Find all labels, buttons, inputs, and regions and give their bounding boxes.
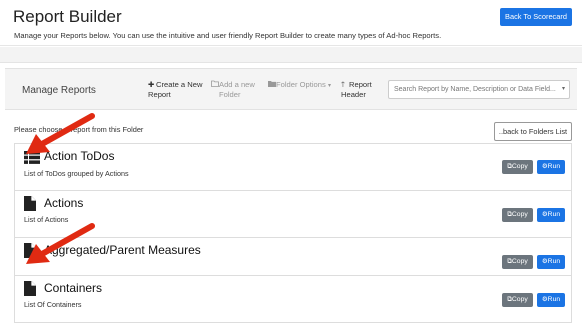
copy-label: Copy [511, 258, 528, 265]
run-report-button[interactable]: ⚙Run [537, 293, 565, 307]
report-list: Action ToDos List of ToDos grouped by Ac… [14, 143, 572, 323]
report-header-label-2: Header [341, 90, 366, 99]
search-placeholder: Search Report by Name, Description or Da… [394, 86, 556, 93]
folder-icon [268, 80, 276, 90]
back-to-scorecard-button[interactable]: Back To Scorecard [500, 8, 572, 26]
create-new-report-label-1: Create a New [156, 80, 203, 89]
add-new-folder-button[interactable]: Add a new Folder [211, 80, 255, 100]
report-title[interactable]: Containers [44, 281, 102, 295]
back-to-folders-button[interactable]: ..back to Folders List [494, 122, 572, 141]
report-row-action-todos[interactable]: Action ToDos List of ToDos grouped by Ac… [15, 144, 571, 191]
create-new-report-label-2: Report [148, 90, 171, 99]
report-row-actions[interactable]: Actions List of Actions ⧉Copy ⚙Run [15, 191, 571, 238]
report-row-aggregated-parent-measures[interactable]: Aggregated/Parent Measures ⧉Copy ⚙Run [15, 238, 571, 276]
manage-reports-title: Manage Reports [22, 85, 96, 96]
copy-label: Copy [511, 211, 528, 218]
annotation-arrow-icon [26, 223, 95, 264]
page-title: Report Builder [13, 7, 122, 26]
file-icon [24, 196, 36, 216]
folder-options-label: Folder Options [276, 80, 326, 89]
caret-down-icon: ▾ [327, 83, 331, 89]
add-new-folder-label-1: Add a new [219, 80, 255, 89]
add-new-folder-label-2: Folder [219, 90, 241, 99]
annotation-arrow-icon [26, 113, 95, 154]
header-divider-bar [0, 47, 582, 63]
copy-label: Copy [511, 163, 528, 170]
search-report-input[interactable]: Search Report by Name, Description or Da… [388, 80, 570, 99]
copy-report-button[interactable]: ⧉Copy [502, 255, 533, 269]
plus-icon: ✚ [148, 80, 155, 89]
page-subtitle: Manage your Reports below. You can use t… [14, 31, 442, 40]
caret-down-icon: ▾ [561, 86, 565, 92]
copy-report-button[interactable]: ⧉Copy [502, 293, 533, 307]
copy-report-button[interactable]: ⧉Copy [502, 208, 533, 222]
report-description: List Of Containers [24, 300, 82, 309]
run-report-button[interactable]: ⚙Run [537, 208, 565, 222]
report-title[interactable]: Actions [44, 196, 83, 210]
arrow-up-icon: 🡑 [341, 80, 345, 89]
report-header-label-1: Report [349, 80, 372, 89]
copy-label: Copy [511, 296, 528, 303]
file-icon [24, 281, 36, 301]
page-header: Report Builder Manage your Reports below… [0, 0, 582, 46]
run-label: Run [547, 211, 561, 218]
report-description: List of ToDos grouped by Actions [24, 169, 129, 178]
run-label: Run [547, 163, 561, 170]
report-row-containers[interactable]: Containers List Of Containers ⧉Copy ⚙Run [15, 276, 571, 323]
run-report-button[interactable]: ⚙Run [537, 255, 565, 269]
create-new-report-button[interactable]: ✚ Create a New Report [148, 80, 202, 100]
run-report-button[interactable]: ⚙Run [537, 160, 565, 174]
run-label: Run [547, 296, 561, 303]
run-label: Run [547, 258, 561, 265]
copy-report-button[interactable]: ⧉Copy [502, 160, 533, 174]
folder-outline-icon [211, 80, 219, 90]
folder-options-dropdown[interactable]: Folder Options ▾ [268, 80, 331, 91]
report-header-button[interactable]: 🡑 Report Header [341, 80, 372, 100]
manage-reports-toolbar: Manage Reports ✚ Create a New Report Add … [5, 68, 577, 110]
